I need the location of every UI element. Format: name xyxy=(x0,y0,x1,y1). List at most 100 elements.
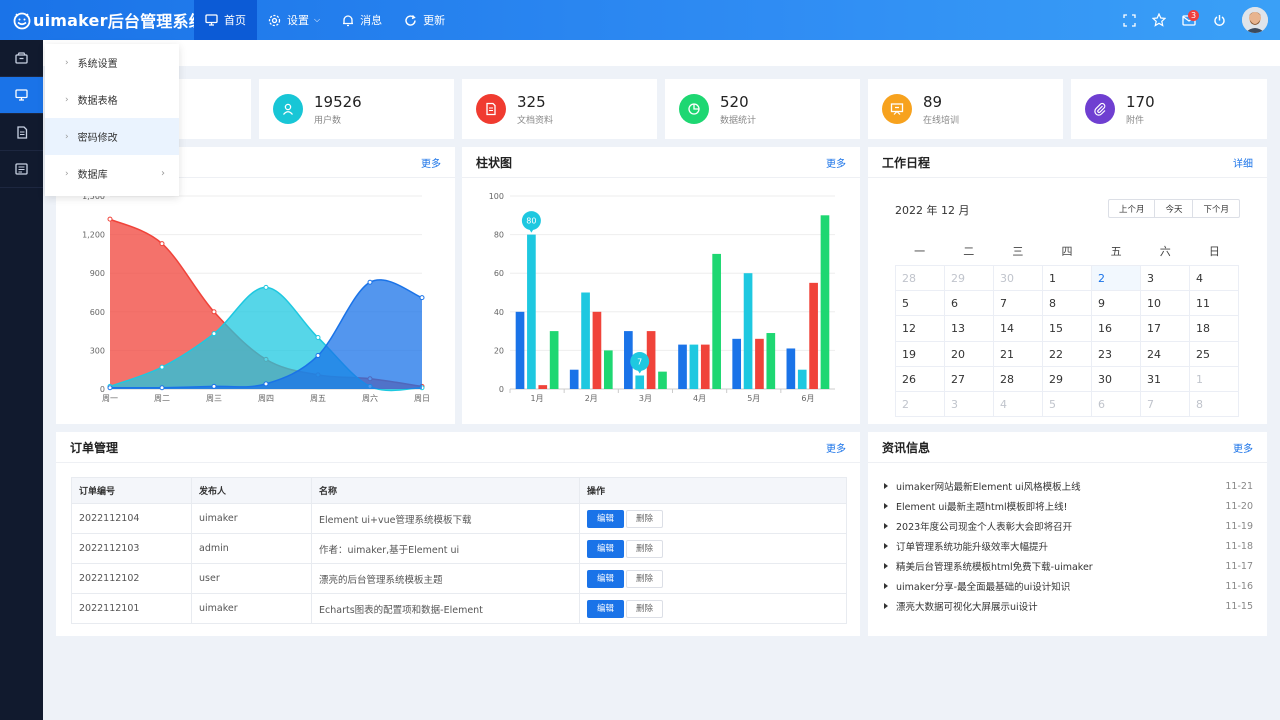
calendar-day[interactable]: 28 xyxy=(994,366,1043,392)
bar[interactable] xyxy=(581,292,590,390)
menu-item-system-settings[interactable]: › 系统设置 xyxy=(45,44,179,81)
data-point[interactable] xyxy=(367,279,373,285)
calendar-day[interactable]: 20 xyxy=(945,341,994,367)
delete-button[interactable]: 删除 xyxy=(626,599,663,618)
data-point[interactable] xyxy=(263,284,269,290)
favorite-button[interactable] xyxy=(1144,0,1174,40)
edit-button[interactable]: 编辑 xyxy=(587,539,624,558)
nav-update[interactable]: 更新 xyxy=(393,0,456,40)
calendar-day[interactable]: 30 xyxy=(994,266,1043,292)
calendar-day[interactable]: 22 xyxy=(1043,341,1092,367)
more-link[interactable]: 更多 xyxy=(421,155,441,170)
calendar-day[interactable]: 26 xyxy=(896,366,945,392)
fullscreen-button[interactable] xyxy=(1114,0,1144,40)
data-point[interactable] xyxy=(211,383,217,389)
menu-item-database[interactable]: › 数据库 › xyxy=(45,155,179,192)
nav-home[interactable]: 首页 xyxy=(194,0,257,40)
calendar-day[interactable]: 2 xyxy=(1092,266,1141,292)
bar[interactable] xyxy=(515,311,525,389)
calendar-day[interactable]: 15 xyxy=(1043,316,1092,342)
calendar-day[interactable]: 24 xyxy=(1141,341,1190,367)
bar[interactable] xyxy=(603,350,613,389)
data-point[interactable] xyxy=(107,216,113,222)
bar[interactable] xyxy=(689,344,699,389)
bar[interactable] xyxy=(569,369,579,389)
calendar-day[interactable]: 23 xyxy=(1092,341,1141,367)
calendar-day[interactable]: 3 xyxy=(945,391,994,418)
news-item[interactable]: uimaker分享-最全面最基础的ui设计知识 11-16 xyxy=(868,576,1267,596)
bar[interactable] xyxy=(766,333,776,389)
calendar-day[interactable]: 6 xyxy=(1092,391,1141,418)
bar[interactable] xyxy=(755,338,764,389)
bar[interactable] xyxy=(700,344,710,389)
bar[interactable] xyxy=(732,338,742,389)
menu-item-data-table[interactable]: › 数据表格 xyxy=(45,81,179,118)
calendar-day[interactable]: 27 xyxy=(945,366,994,392)
nav-settings[interactable]: 设置 ⌵ xyxy=(257,0,331,40)
edit-button[interactable]: 编辑 xyxy=(587,599,624,618)
calendar-day[interactable]: 14 xyxy=(994,316,1043,342)
calendar-day[interactable]: 9 xyxy=(1092,291,1141,317)
nav-messages[interactable]: 消息 xyxy=(331,0,393,40)
news-item[interactable]: 精美后台管理系统模板html免费下载-uimaker 11-17 xyxy=(868,556,1267,576)
delete-button[interactable]: 删除 xyxy=(626,569,663,588)
calendar-day[interactable]: 3 xyxy=(1141,266,1190,292)
stat-card-training[interactable]: 89 在线培训 xyxy=(868,79,1063,139)
calendar-day[interactable]: 8 xyxy=(1043,291,1092,317)
bar[interactable] xyxy=(820,215,830,389)
calendar-day[interactable]: 5 xyxy=(896,291,945,317)
calendar-day[interactable]: 7 xyxy=(994,291,1043,317)
bar[interactable] xyxy=(635,375,645,389)
news-item[interactable]: 2023年度公司现金个人表彰大会即将召开 11-19 xyxy=(868,516,1267,536)
calendar-day[interactable]: 13 xyxy=(945,316,994,342)
calendar-day[interactable]: 4 xyxy=(1190,266,1239,292)
bar[interactable] xyxy=(592,311,602,389)
stat-card-attachments[interactable]: 170 附件 xyxy=(1071,79,1267,139)
calendar-day[interactable]: 31 xyxy=(1141,366,1190,392)
calendar-day[interactable]: 19 xyxy=(896,341,945,367)
prev-month-button[interactable]: 上个月 xyxy=(1109,200,1156,217)
bar[interactable] xyxy=(743,273,753,389)
news-item[interactable]: 订单管理系统功能升级效率大幅提升 11-18 xyxy=(868,536,1267,556)
calendar-day[interactable]: 21 xyxy=(994,341,1043,367)
calendar-day[interactable]: 25 xyxy=(1190,341,1239,367)
calendar-day[interactable]: 29 xyxy=(1043,366,1092,392)
calendar-day[interactable]: 29 xyxy=(945,266,994,292)
calendar-day[interactable]: 7 xyxy=(1141,391,1190,418)
data-point[interactable] xyxy=(315,353,321,359)
calendar-day[interactable]: 5 xyxy=(1043,391,1092,418)
stat-card-users[interactable]: 19526 用户数 xyxy=(259,79,454,139)
bar[interactable] xyxy=(658,371,667,389)
power-button[interactable] xyxy=(1204,0,1234,40)
calendar-day[interactable]: 1 xyxy=(1190,366,1239,392)
delete-button[interactable]: 删除 xyxy=(626,539,663,558)
data-point[interactable] xyxy=(159,385,165,391)
bar[interactable] xyxy=(527,234,536,389)
sidebar-item-document[interactable] xyxy=(0,114,43,151)
calendar-day[interactable]: 16 xyxy=(1092,316,1141,342)
data-point[interactable] xyxy=(159,364,165,370)
more-link[interactable]: 更多 xyxy=(826,440,846,455)
data-point[interactable] xyxy=(263,381,269,387)
detail-link[interactable]: 详细 xyxy=(1233,155,1253,170)
calendar-day[interactable]: 18 xyxy=(1190,316,1239,342)
bar[interactable] xyxy=(549,331,559,389)
bar[interactable] xyxy=(712,253,721,389)
data-point[interactable] xyxy=(107,385,113,391)
bar[interactable] xyxy=(678,344,687,389)
bar[interactable] xyxy=(797,369,807,389)
news-item[interactable]: 漂亮大数据可视化大屏展示ui设计 11-15 xyxy=(868,596,1267,616)
calendar-day[interactable]: 8 xyxy=(1190,391,1239,418)
sidebar-item-monitor[interactable] xyxy=(0,77,43,114)
mail-button[interactable]: 3 xyxy=(1174,0,1204,40)
data-point[interactable] xyxy=(211,309,217,315)
edit-button[interactable]: 编辑 xyxy=(587,509,624,528)
calendar-day[interactable]: 10 xyxy=(1141,291,1190,317)
calendar-day[interactable]: 17 xyxy=(1141,316,1190,342)
logo[interactable]: uimaker 后台管理系统 xyxy=(12,8,205,32)
data-point[interactable] xyxy=(315,335,321,341)
bar[interactable] xyxy=(809,282,818,389)
sidebar-item-report[interactable] xyxy=(0,151,43,188)
news-item[interactable]: Element ui最新主题html模板即将上线! 11-20 xyxy=(868,496,1267,516)
stat-card-statistics[interactable]: 520 数据统计 xyxy=(665,79,860,139)
